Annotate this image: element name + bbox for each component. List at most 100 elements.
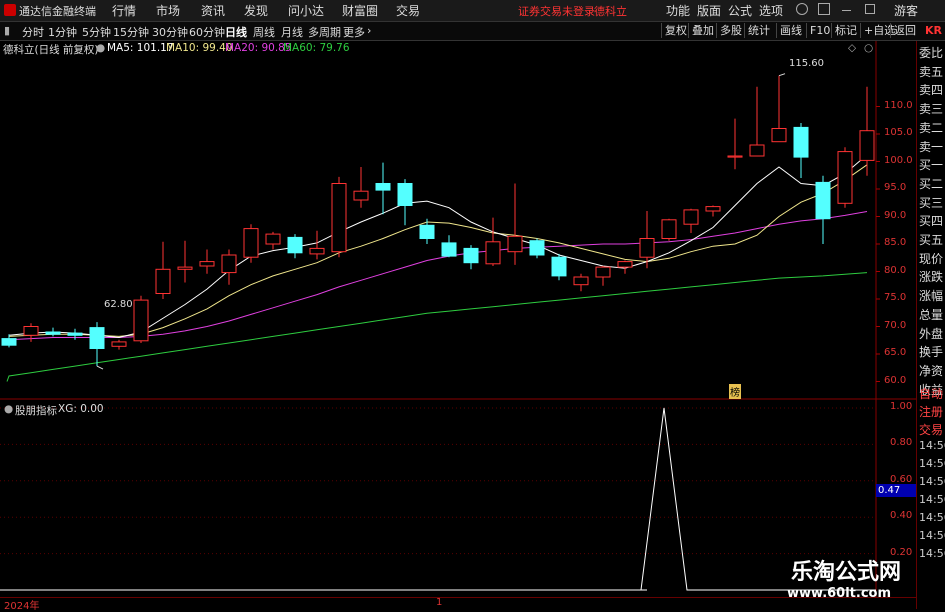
candle bbox=[529, 238, 545, 259]
candle bbox=[133, 295, 149, 343]
quote-label: 卖三 bbox=[919, 102, 944, 117]
candle-body bbox=[177, 266, 193, 270]
quote-label: 涨跌 bbox=[919, 270, 944, 285]
time-axis-mark: 1 bbox=[436, 597, 443, 608]
indicator-name[interactable]: 股朋指标 bbox=[15, 403, 57, 418]
quote-label: 买一 bbox=[919, 158, 944, 173]
candle bbox=[155, 241, 171, 299]
candle-body bbox=[265, 233, 281, 245]
candle-body bbox=[485, 241, 501, 265]
tick-time-label: 14:56 bbox=[919, 529, 945, 542]
candle bbox=[441, 235, 457, 258]
candle bbox=[661, 218, 677, 241]
candle bbox=[463, 245, 479, 270]
candle bbox=[177, 240, 193, 283]
xg-line bbox=[0, 407, 876, 591]
cursor-value-label: 0.47 bbox=[876, 484, 916, 497]
candle-body bbox=[793, 126, 809, 158]
candle-body bbox=[837, 151, 853, 204]
candle bbox=[397, 179, 413, 226]
candle bbox=[617, 260, 633, 274]
quote-label: 卖二 bbox=[919, 120, 944, 135]
tick-time-label: 14:56 bbox=[919, 511, 945, 524]
quote-label: 买三 bbox=[919, 195, 944, 210]
candle bbox=[353, 167, 369, 208]
candle bbox=[771, 75, 787, 143]
candle bbox=[243, 224, 259, 263]
side-action-label[interactable]: 交易 bbox=[919, 421, 943, 438]
indicator-tick-label: 1.00 bbox=[890, 401, 913, 412]
candle bbox=[45, 327, 61, 337]
quote-label: 涨幅 bbox=[919, 289, 944, 304]
candle-body bbox=[287, 236, 303, 254]
price-tick-label: 110.0 bbox=[884, 99, 913, 111]
billboard-mark[interactable]: 榜 bbox=[729, 384, 741, 399]
candle-body bbox=[815, 181, 831, 220]
candle-body bbox=[133, 299, 149, 342]
candle bbox=[221, 249, 237, 285]
candlestick-series bbox=[1, 73, 875, 370]
kline-chart[interactable] bbox=[0, 0, 945, 609]
watermark-url: www.60lt.com bbox=[787, 586, 892, 601]
indicator-tick-label: 0.60 bbox=[890, 473, 913, 485]
candle-body bbox=[111, 341, 127, 347]
settings-icon[interactable]: ○ bbox=[864, 42, 873, 54]
main-chart-info: 德科立(日线 前复权) ● MA5: 101.17 MA10: 99.40 MA… bbox=[0, 41, 880, 57]
candle bbox=[111, 339, 127, 350]
stock-title: 德科立(日线 前复权) bbox=[3, 44, 99, 56]
candle bbox=[727, 118, 743, 170]
indicator-series bbox=[0, 407, 876, 591]
candle-body bbox=[595, 266, 611, 278]
diamond-icon[interactable]: ◇ bbox=[848, 42, 856, 54]
candle-body bbox=[67, 332, 83, 336]
ma20-value: MA20: 90.85 bbox=[225, 42, 292, 54]
candle bbox=[815, 175, 831, 244]
price-tick-label: 70.0 bbox=[884, 319, 907, 331]
candle bbox=[837, 147, 853, 208]
candle-body bbox=[705, 206, 721, 212]
candle-body bbox=[617, 261, 633, 268]
candle bbox=[287, 234, 303, 259]
quote-label: 卖四 bbox=[919, 83, 944, 98]
quote-label: 净资 bbox=[919, 363, 944, 378]
watermark: 乐淘公式网 www.60lt.com bbox=[775, 548, 945, 609]
tick-time-label: 14:56 bbox=[919, 475, 945, 488]
quote-label: 买二 bbox=[919, 176, 944, 191]
quote-label: 买五 bbox=[919, 233, 944, 247]
candle bbox=[573, 273, 589, 292]
side-action-label[interactable]: 自动 bbox=[919, 385, 943, 402]
candle-body bbox=[639, 238, 655, 258]
candle bbox=[265, 231, 281, 250]
candle-body bbox=[441, 242, 457, 257]
candle bbox=[485, 217, 501, 266]
candle-body bbox=[507, 235, 523, 253]
watermark-title: 乐淘公式网 bbox=[791, 560, 902, 585]
high-price-label: 115.60 bbox=[789, 58, 824, 69]
candle-body bbox=[45, 331, 61, 335]
candle-body bbox=[243, 228, 259, 258]
price-tick-label: 60.0 bbox=[884, 374, 907, 386]
side-action-label[interactable]: 注册 bbox=[919, 403, 943, 420]
quote-label: 委比 bbox=[919, 46, 944, 60]
price-tick-label: 95.0 bbox=[884, 182, 907, 193]
candle-body bbox=[375, 183, 391, 191]
price-tick-label: 100.0 bbox=[884, 154, 913, 166]
indicator-value: XG: 0.00 bbox=[58, 403, 104, 415]
candle-body bbox=[1, 338, 17, 346]
quote-label: 总量 bbox=[919, 307, 944, 322]
indicator-tick-label: 0.20 bbox=[890, 546, 913, 558]
price-tick-label: 85.0 bbox=[884, 237, 907, 248]
price-tick-label: 65.0 bbox=[884, 347, 907, 358]
price-tick-label: 105.0 bbox=[884, 127, 913, 138]
ma-lines bbox=[6, 154, 868, 382]
candle-body bbox=[199, 261, 215, 267]
candle bbox=[309, 230, 325, 260]
indicator-dot-icon: ● bbox=[4, 403, 14, 415]
candle bbox=[683, 208, 699, 233]
candle bbox=[67, 328, 83, 340]
candle-body bbox=[397, 183, 413, 206]
candle bbox=[375, 162, 391, 215]
candle bbox=[331, 176, 347, 258]
candle-body bbox=[309, 247, 325, 255]
candle bbox=[199, 249, 215, 274]
